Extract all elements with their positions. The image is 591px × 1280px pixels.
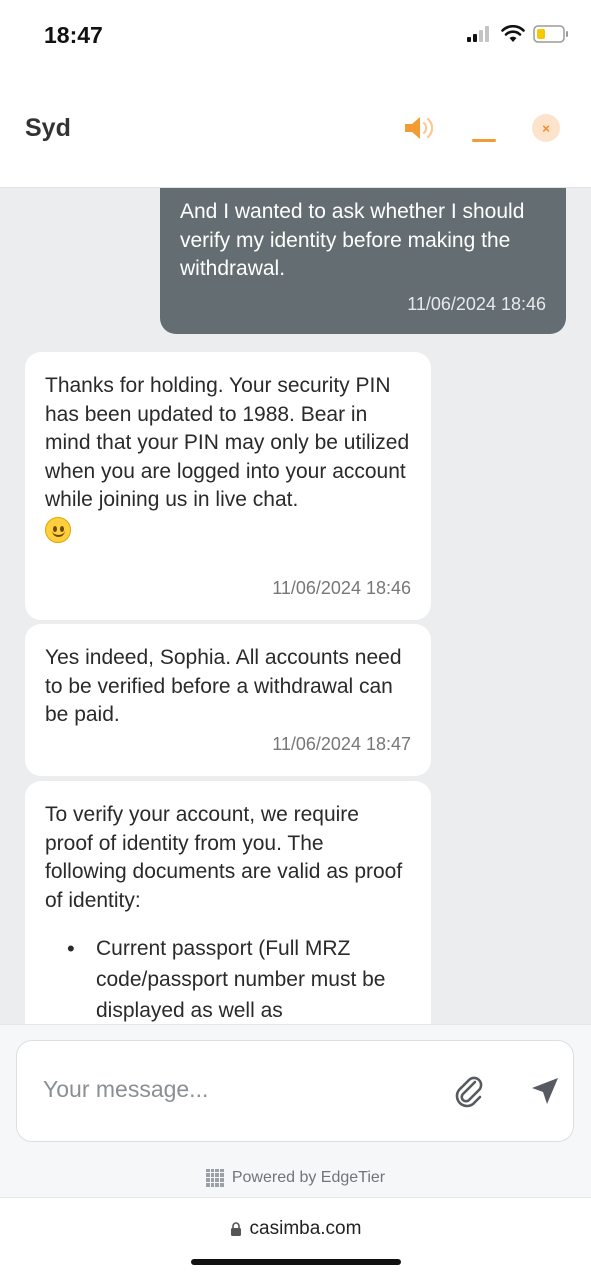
minimize-icon	[472, 139, 496, 142]
chat-header: Syd ×	[0, 76, 591, 188]
message-bubble-agent: To verify your account, we require proof…	[25, 781, 431, 1024]
message-timestamp: 11/06/2024 18:46	[407, 293, 546, 314]
composer-area	[0, 1024, 591, 1158]
message-text: Thanks for holding. Your security PIN ha…	[45, 374, 410, 511]
browser-address-bar: casimba.com	[0, 1198, 591, 1280]
send-icon	[532, 1078, 558, 1104]
message-text: Yes indeed, Sophia. All accounts need to…	[45, 646, 402, 726]
message-composer	[16, 1040, 574, 1142]
sound-button[interactable]	[400, 112, 440, 144]
url-text: casimba.com	[249, 1218, 362, 1239]
home-indicator[interactable]	[191, 1259, 401, 1265]
chat-messages[interactable]: And I wanted to ask whether I should ver…	[0, 188, 591, 1024]
message-text: And I wanted to ask whether I should ver…	[180, 200, 525, 280]
list-item: Current passport (Full MRZ code/passport…	[45, 933, 411, 1024]
attach-button[interactable]	[453, 1073, 485, 1109]
slightly-smiling-face-icon	[45, 516, 71, 543]
close-icon: ×	[542, 120, 550, 136]
message-bubble-agent: Thanks for holding. Your security PIN ha…	[25, 352, 431, 620]
minimize-button[interactable]	[466, 116, 502, 146]
message-bubble-user: And I wanted to ask whether I should ver…	[160, 188, 566, 334]
status-icons	[467, 24, 569, 44]
send-button[interactable]	[529, 1075, 561, 1107]
status-time: 18:47	[44, 22, 103, 48]
wifi-icon	[501, 25, 525, 42]
url-display[interactable]: casimba.com	[0, 1218, 591, 1240]
message-input[interactable]	[43, 1071, 423, 1107]
message-timestamp: 11/06/2024 18:46	[272, 577, 411, 598]
edgetier-logo-icon	[205, 1168, 224, 1187]
powered-by[interactable]: Powered by EdgeTier	[0, 1158, 591, 1198]
agent-name: Syd	[25, 114, 71, 142]
cellular-signal-icon	[467, 26, 489, 42]
document-list: Current passport (Full MRZ code/passport…	[45, 933, 411, 1024]
message-timestamp: 11/06/2024 18:47	[272, 733, 411, 754]
close-button[interactable]: ×	[532, 114, 560, 142]
lock-icon	[230, 1222, 241, 1236]
status-bar: 18:47	[0, 0, 591, 76]
message-text: To verify your account, we require proof…	[45, 803, 403, 912]
speaker-icon	[405, 117, 434, 139]
message-bubble-agent: Yes indeed, Sophia. All accounts need to…	[25, 624, 431, 776]
paperclip-icon	[455, 1076, 483, 1108]
powered-by-text: Powered by EdgeTier	[231, 1168, 386, 1186]
battery-icon	[533, 25, 568, 43]
